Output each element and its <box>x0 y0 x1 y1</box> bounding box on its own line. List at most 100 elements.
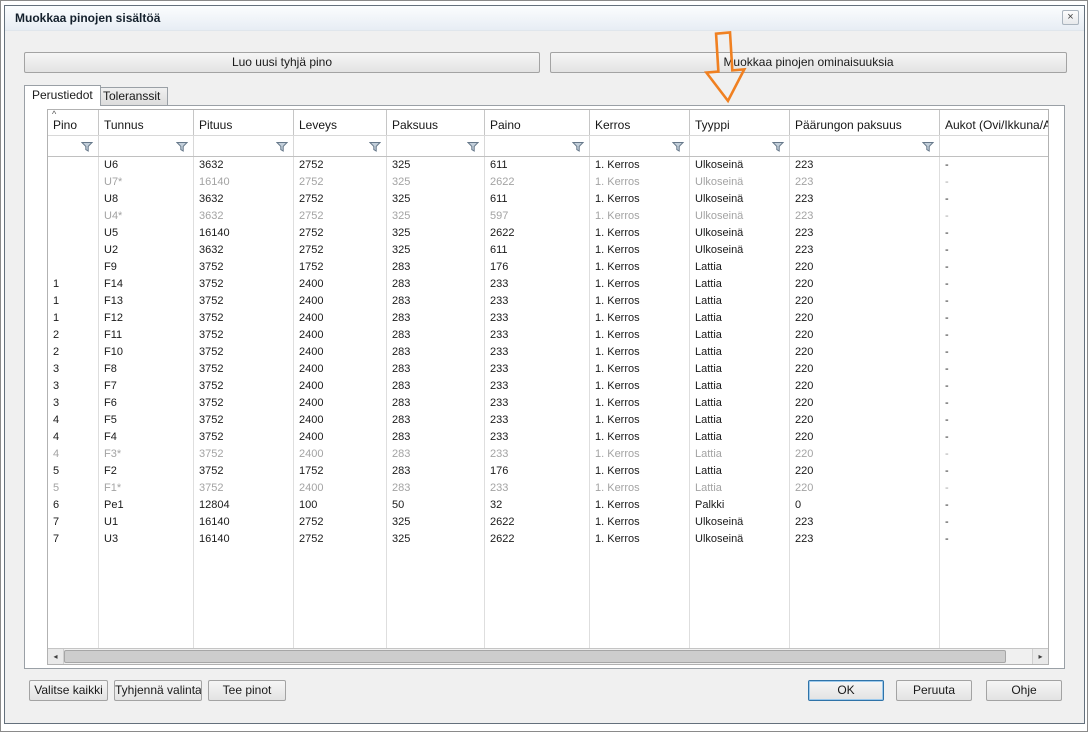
grid-filter-row <box>48 136 1048 157</box>
filter-cell-paarungon_paksuus[interactable] <box>790 136 940 156</box>
cell-paksuus: 325 <box>387 174 485 191</box>
cell-aukot: - <box>940 259 1048 276</box>
cell-paino: 32 <box>485 497 590 514</box>
table-row[interactable]: 1F13375224002832331. KerrosLattia220- <box>48 293 1048 310</box>
cell-kerros: 1. Kerros <box>590 412 690 429</box>
cell-leveys: 2400 <box>294 276 387 293</box>
table-row[interactable]: U2363227523256111. KerrosUlkoseinä223- <box>48 242 1048 259</box>
filter-cell-pituus[interactable] <box>194 136 294 156</box>
column-header-tyyppi[interactable]: Tyyppi <box>690 110 790 135</box>
filter-cell-leveys[interactable] <box>294 136 387 156</box>
table-row[interactable]: F9375217522831761. KerrosLattia220- <box>48 259 1048 276</box>
table-row[interactable]: 5F1*375224002832331. KerrosLattia220- <box>48 480 1048 497</box>
filter-cell-paino[interactable] <box>485 136 590 156</box>
table-row[interactable]: 4F4375224002832331. KerrosLattia220- <box>48 429 1048 446</box>
cell-tyyppi: Lattia <box>690 480 790 497</box>
tab-toleranssit[interactable]: Toleranssit <box>95 87 168 105</box>
close-button[interactable]: × <box>1062 10 1079 25</box>
create-empty-stack-button[interactable]: Luo uusi tyhjä pino <box>24 52 540 73</box>
scroll-left-button[interactable]: ◂ <box>48 649 64 664</box>
table-row[interactable]: 4F5375224002832331. KerrosLattia220- <box>48 412 1048 429</box>
cell-tunnus: U2 <box>99 242 194 259</box>
column-header-tunnus[interactable]: Tunnus <box>99 110 194 135</box>
filter-cell-paksuus[interactable] <box>387 136 485 156</box>
tab-perustiedot[interactable]: Perustiedot <box>24 85 101 106</box>
title-bar[interactable]: Muokkaa pinojen sisältöä × <box>5 6 1084 31</box>
cell-aukot <box>940 616 1048 633</box>
column-header-pituus[interactable]: Pituus <box>194 110 294 135</box>
cell-paino <box>485 582 590 599</box>
filter-cell-aukot[interactable] <box>940 136 1049 156</box>
table-row[interactable]: 7U316140275232526221. KerrosUlkoseinä223… <box>48 531 1048 548</box>
cell-paksuus: 283 <box>387 361 485 378</box>
cell-paarungon_paksuus: 223 <box>790 157 940 174</box>
table-row[interactable]: U516140275232526221. KerrosUlkoseinä223- <box>48 225 1048 242</box>
cell-paksuus: 325 <box>387 157 485 174</box>
table-row[interactable]: U7*16140275232526221. KerrosUlkoseinä223… <box>48 174 1048 191</box>
table-row[interactable]: 2F10375224002832331. KerrosLattia220- <box>48 344 1048 361</box>
cancel-button[interactable]: Peruuta <box>896 680 972 701</box>
make-stacks-button[interactable]: Tee pinot <box>208 680 286 701</box>
cell-tunnus: U7* <box>99 174 194 191</box>
empty-row <box>48 599 1048 616</box>
cell-tyyppi: Lattia <box>690 395 790 412</box>
cell-paarungon_paksuus: 220 <box>790 378 940 395</box>
table-row[interactable]: U8363227523256111. KerrosUlkoseinä223- <box>48 191 1048 208</box>
table-row[interactable]: 3F8375224002832331. KerrosLattia220- <box>48 361 1048 378</box>
table-row[interactable]: U4*363227523255971. KerrosUlkoseinä223- <box>48 208 1048 225</box>
cell-paino: 233 <box>485 378 590 395</box>
table-row[interactable]: 7U116140275232526221. KerrosUlkoseinä223… <box>48 514 1048 531</box>
filter-cell-kerros[interactable] <box>590 136 690 156</box>
column-header-kerros[interactable]: Kerros <box>590 110 690 135</box>
table-row[interactable]: 5F2375217522831761. KerrosLattia220- <box>48 463 1048 480</box>
cell-leveys <box>294 582 387 599</box>
table-row[interactable]: 4F3*375224002832331. KerrosLattia220- <box>48 446 1048 463</box>
cell-paarungon_paksuus: 220 <box>790 276 940 293</box>
cell-aukot: - <box>940 463 1048 480</box>
cell-paksuus: 325 <box>387 208 485 225</box>
cell-paarungon_paksuus: 220 <box>790 293 940 310</box>
column-header-aukot[interactable]: Aukot (Ovi/Ikkuna/A <box>940 110 1049 135</box>
cell-paksuus: 283 <box>387 378 485 395</box>
table-row[interactable]: 3F6375224002832331. KerrosLattia220- <box>48 395 1048 412</box>
column-header-paksuus[interactable]: Paksuus <box>387 110 485 135</box>
cell-leveys: 2400 <box>294 344 387 361</box>
cell-tyyppi: Ulkoseinä <box>690 225 790 242</box>
filter-cell-tunnus[interactable] <box>99 136 194 156</box>
filter-cell-tyyppi[interactable] <box>690 136 790 156</box>
help-button[interactable]: Ohje <box>986 680 1062 701</box>
scroll-right-button[interactable]: ▸ <box>1032 649 1048 664</box>
column-header-paarungon_paksuus[interactable]: Päärungon paksuus <box>790 110 940 135</box>
empty-row <box>48 616 1048 633</box>
ok-button[interactable]: OK <box>808 680 884 701</box>
cell-aukot: - <box>940 446 1048 463</box>
cell-tunnus: F8 <box>99 361 194 378</box>
cell-paarungon_paksuus: 223 <box>790 242 940 259</box>
column-header-paino[interactable]: Paino <box>485 110 590 135</box>
cell-paksuus: 325 <box>387 191 485 208</box>
table-row[interactable]: 2F11375224002832331. KerrosLattia220- <box>48 327 1048 344</box>
horizontal-scrollbar[interactable]: ◂ ▸ <box>48 648 1048 664</box>
cell-leveys <box>294 616 387 633</box>
table-row[interactable]: 3F7375224002832331. KerrosLattia220- <box>48 378 1048 395</box>
table-row[interactable]: U6363227523256111. KerrosUlkoseinä223- <box>48 157 1048 174</box>
cell-paarungon_paksuus: 223 <box>790 225 940 242</box>
filter-cell-pino[interactable] <box>48 136 99 156</box>
cell-tunnus: U8 <box>99 191 194 208</box>
table-row[interactable]: 6Pe11280410050321. KerrosPalkki0- <box>48 497 1048 514</box>
filter-funnel-icon <box>369 141 381 152</box>
column-header-leveys[interactable]: Leveys <box>294 110 387 135</box>
select-all-button[interactable]: Valitse kaikki <box>29 680 108 701</box>
cell-pituus: 3752 <box>194 293 294 310</box>
cell-leveys: 100 <box>294 497 387 514</box>
edit-stack-properties-button[interactable]: Muokkaa pinojen ominaisuuksia <box>550 52 1067 73</box>
table-row[interactable]: 1F12375224002832331. KerrosLattia220- <box>48 310 1048 327</box>
stacks-table: ^ PinoTunnusPituusLeveysPaksuusPainoKerr… <box>47 109 1049 665</box>
cell-tyyppi <box>690 548 790 565</box>
cell-kerros: 1. Kerros <box>590 429 690 446</box>
table-row[interactable]: 1F14375224002832331. KerrosLattia220- <box>48 276 1048 293</box>
clear-selection-button[interactable]: Tyhjennä valinta <box>114 680 202 701</box>
scrollbar-thumb[interactable] <box>64 650 1006 663</box>
cell-pino: 4 <box>48 412 99 429</box>
cell-paino: 233 <box>485 310 590 327</box>
